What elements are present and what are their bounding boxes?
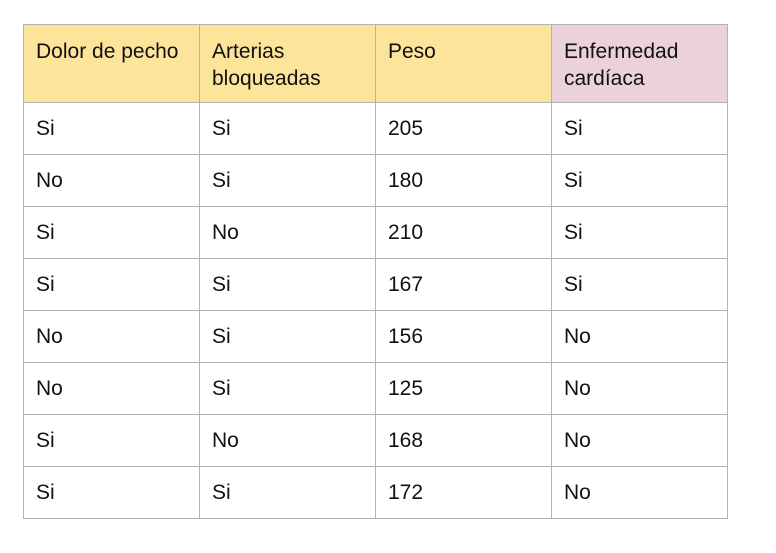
cell-arterias-bloqueadas: Si: [199, 466, 376, 519]
cell-peso: 168: [375, 414, 552, 467]
cell-arterias-bloqueadas: Si: [199, 310, 376, 363]
header-enfermedad-cardiaca: Enfermedad cardíaca: [551, 24, 728, 103]
cell-peso: 172: [375, 466, 552, 519]
cell-arterias-bloqueadas: Si: [199, 258, 376, 311]
cell-dolor-de-pecho: No: [23, 362, 200, 415]
cell-dolor-de-pecho: Si: [23, 102, 200, 155]
data-table: Dolor de pecho Arterias bloqueadas Peso …: [23, 24, 728, 519]
cell-enfermedad-cardiaca: Si: [551, 206, 728, 259]
cell-dolor-de-pecho: Si: [23, 206, 200, 259]
cell-peso: 180: [375, 154, 552, 207]
cell-peso: 210: [375, 206, 552, 259]
table-body: Si Si 205 Si No Si 180 Si Si No 210 Si S…: [23, 102, 728, 519]
cell-enfermedad-cardiaca: No: [551, 466, 728, 519]
table-row: Si No 210 Si: [23, 206, 728, 259]
cell-enfermedad-cardiaca: No: [551, 414, 728, 467]
cell-arterias-bloqueadas: No: [199, 206, 376, 259]
header-peso: Peso: [375, 24, 552, 103]
cell-peso: 167: [375, 258, 552, 311]
cell-enfermedad-cardiaca: Si: [551, 154, 728, 207]
header-row: Dolor de pecho Arterias bloqueadas Peso …: [23, 24, 728, 103]
cell-enfermedad-cardiaca: No: [551, 362, 728, 415]
table-row: Si Si 205 Si: [23, 102, 728, 155]
cell-dolor-de-pecho: Si: [23, 414, 200, 467]
table-row: No Si 156 No: [23, 310, 728, 363]
cell-peso: 125: [375, 362, 552, 415]
cell-dolor-de-pecho: Si: [23, 466, 200, 519]
table-header: Dolor de pecho Arterias bloqueadas Peso …: [23, 24, 728, 103]
table-row: No Si 180 Si: [23, 154, 728, 207]
table-row: Si Si 167 Si: [23, 258, 728, 311]
cell-peso: 205: [375, 102, 552, 155]
table-row: Si No 168 No: [23, 414, 728, 467]
table-row: No Si 125 No: [23, 362, 728, 415]
header-arterias-bloqueadas: Arterias bloqueadas: [199, 24, 376, 103]
cell-dolor-de-pecho: No: [23, 310, 200, 363]
cell-enfermedad-cardiaca: Si: [551, 258, 728, 311]
table-row: Si Si 172 No: [23, 466, 728, 519]
cell-arterias-bloqueadas: Si: [199, 362, 376, 415]
cell-arterias-bloqueadas: Si: [199, 102, 376, 155]
cell-dolor-de-pecho: Si: [23, 258, 200, 311]
cell-peso: 156: [375, 310, 552, 363]
cell-arterias-bloqueadas: No: [199, 414, 376, 467]
cell-enfermedad-cardiaca: No: [551, 310, 728, 363]
cell-arterias-bloqueadas: Si: [199, 154, 376, 207]
cell-enfermedad-cardiaca: Si: [551, 102, 728, 155]
cell-dolor-de-pecho: No: [23, 154, 200, 207]
header-dolor-de-pecho: Dolor de pecho: [23, 24, 200, 103]
